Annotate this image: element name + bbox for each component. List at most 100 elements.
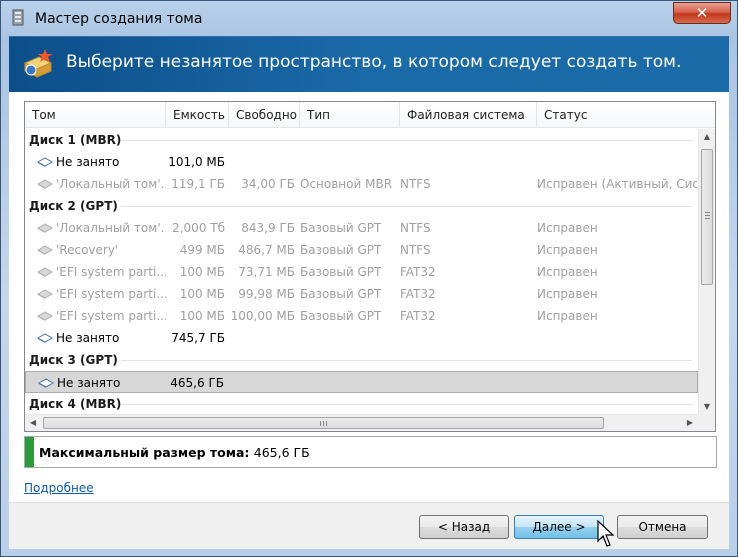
volume-type: Базовый GPT xyxy=(300,265,382,279)
column-header-status[interactable]: Статус xyxy=(537,102,715,128)
cancel-button[interactable]: Отмена xyxy=(617,515,708,539)
scrollbar-corner xyxy=(698,414,715,431)
volume-capacity: 100 МБ xyxy=(179,265,225,279)
title-bar[interactable]: Мастер создания тома ✕ xyxy=(1,1,737,35)
volume-free: 100,00 МБ xyxy=(230,309,295,323)
disk-volume-icon xyxy=(37,267,53,277)
volume-name: Не занято xyxy=(56,155,120,169)
volume-type: Базовый GPT xyxy=(300,309,382,323)
mouse-pointer-icon xyxy=(597,520,615,547)
volume-free: 34,00 ГБ xyxy=(241,177,295,191)
vertical-scrollbar[interactable]: ▲ ▼ xyxy=(698,129,715,415)
disk-volume-icon xyxy=(37,289,53,299)
vertical-scroll-thumb[interactable] xyxy=(701,149,713,285)
close-button[interactable]: ✕ xyxy=(673,2,731,24)
volume-wizard-icon xyxy=(12,9,24,26)
volume-free: 486,7 МБ xyxy=(238,243,295,257)
volume-name: Не занято xyxy=(57,376,121,390)
volume-capacity: 100 МБ xyxy=(179,287,225,301)
wizard-window: Мастер создания тома ✕ Выберите незанято… xyxy=(0,0,738,557)
volume-row[interactable]: Не занято 465,6 ГБ xyxy=(25,371,698,393)
volume-name: Не занято xyxy=(56,331,120,345)
disk-volume-icon xyxy=(37,157,53,167)
disk-group-header: Диск 3 (GPT) xyxy=(25,349,698,371)
disk-group-header: Диск 4 (MBR) xyxy=(25,393,698,415)
volume-capacity: 100 МБ xyxy=(179,309,225,323)
volume-name: 'Локальный том'... xyxy=(56,221,166,235)
volume-filesystem: FAT32 xyxy=(400,287,436,301)
volume-row[interactable]: 'Локальный том'... 119,1 ГБ 34,00 ГБ Основн… xyxy=(25,173,698,195)
disk-volume-icon xyxy=(37,223,53,233)
volume-row[interactable]: 'Recovery' 499 МБ 486,7 МБ Базовый GPT NTFS И… xyxy=(25,239,698,261)
volume-row[interactable]: Не занято 745,7 ГБ xyxy=(25,327,698,349)
volume-capacity: 465,6 ГБ xyxy=(170,376,224,390)
volume-filesystem: NTFS xyxy=(400,221,431,235)
volume-status: Исправен xyxy=(537,243,598,257)
volume-list[interactable]: Том Емкость Свободно Тип Файловая систем… xyxy=(24,101,716,432)
volume-row[interactable]: 'EFI system parti... 100 МБ 73,71 МБ Базовы… xyxy=(25,261,698,283)
volume-filesystem: NTFS xyxy=(400,177,431,191)
group-divider xyxy=(121,140,692,141)
disk-group-label: Диск 2 (GPT) xyxy=(29,199,118,213)
more-info-link[interactable]: Подробнее xyxy=(24,481,94,495)
wizard-body: Том Емкость Свободно Тип Файловая систем… xyxy=(9,92,729,502)
volume-filesystem: FAT32 xyxy=(400,265,436,279)
volume-capacity: 745,7 ГБ xyxy=(171,331,225,345)
volume-rows: Диск 1 (MBR) Не занято 101,0 МБ 'Локальный … xyxy=(25,129,698,415)
volume-row[interactable]: 'EFI system parti... 100 МБ 99,98 МБ Базовы… xyxy=(25,283,698,305)
volume-filesystem: NTFS xyxy=(400,243,431,257)
scroll-down-icon[interactable]: ▼ xyxy=(699,399,715,415)
group-divider xyxy=(121,404,692,405)
max-size-label: Максимальный размер тома: xyxy=(39,445,250,460)
volume-row[interactable]: Не занято 101,0 МБ xyxy=(25,151,698,173)
scroll-left-icon[interactable]: ◀ xyxy=(25,415,41,431)
volume-status: Исправен (Активный, Систе xyxy=(537,177,697,191)
volume-row[interactable]: 'Локальный том'... 2,000 Тб 843,9 ГБ Базовы… xyxy=(25,217,698,239)
volume-name: 'Локальный том'... xyxy=(56,177,166,191)
volume-free: 99,98 МБ xyxy=(238,287,295,301)
volume-status: Исправен xyxy=(537,287,598,301)
column-header: Том Емкость Свободно Тип Файловая систем… xyxy=(25,102,715,128)
column-header-free[interactable]: Свободно xyxy=(229,102,300,128)
volume-free: 73,71 МБ xyxy=(238,265,295,279)
header-instruction: Выберите незанятое пространство, в котор… xyxy=(66,52,682,72)
disk-volume-icon xyxy=(37,179,53,189)
horizontal-scrollbar[interactable]: ◀ ▶ xyxy=(25,414,698,431)
volume-row[interactable]: 'EFI system parti... 100 МБ 100,00 МБ Базов… xyxy=(25,305,698,327)
disk-group-label: Диск 1 (MBR) xyxy=(29,133,122,147)
horizontal-scroll-thumb[interactable] xyxy=(43,417,604,429)
window-title: Мастер создания тома xyxy=(35,11,203,27)
column-header-filesystem[interactable]: Файловая система xyxy=(400,102,537,128)
volume-capacity: 101,0 МБ xyxy=(168,155,225,169)
group-divider xyxy=(121,360,692,361)
volume-type: Базовый GPT xyxy=(300,287,382,301)
volume-name: 'EFI system parti... xyxy=(56,287,166,301)
max-size-panel: Максимальный размер тома: 465,6 ГБ xyxy=(24,436,717,468)
volume-filesystem: FAT32 xyxy=(400,309,436,323)
next-button[interactable]: Далее > xyxy=(514,515,604,539)
volume-type: Базовый GPT xyxy=(300,221,382,235)
column-header-capacity[interactable]: Емкость xyxy=(166,102,229,128)
disk-volume-icon xyxy=(37,311,53,321)
volume-free: 843,9 ГБ xyxy=(241,221,295,235)
max-size-indicator xyxy=(25,437,34,467)
disk-volume-icon xyxy=(37,245,53,255)
column-header-volume[interactable]: Том xyxy=(25,102,166,128)
group-divider xyxy=(121,206,692,207)
back-button[interactable]: < Назад xyxy=(419,515,509,539)
disk-group-label: Диск 3 (GPT) xyxy=(29,353,118,367)
column-header-type[interactable]: Тип xyxy=(300,102,400,128)
max-size-value: 465,6 ГБ xyxy=(253,445,310,460)
volume-status: Исправен xyxy=(537,309,598,323)
disk-group-label: Диск 4 (MBR) xyxy=(29,397,122,411)
scroll-up-icon[interactable]: ▲ xyxy=(699,129,715,145)
wizard-header: Выберите незанятое пространство, в котор… xyxy=(9,36,729,92)
volume-type: Базовый GPT xyxy=(300,243,382,257)
scroll-right-icon[interactable]: ▶ xyxy=(682,415,698,431)
disk-volume-icon xyxy=(38,378,54,388)
disk-group-header: Диск 2 (GPT) xyxy=(25,195,698,217)
volume-capacity: 499 МБ xyxy=(179,243,225,257)
wizard-footer: < Назад Далее > Отмена xyxy=(9,502,729,549)
disk-volume-icon xyxy=(37,333,53,343)
disk-group-header: Диск 1 (MBR) xyxy=(25,129,698,151)
